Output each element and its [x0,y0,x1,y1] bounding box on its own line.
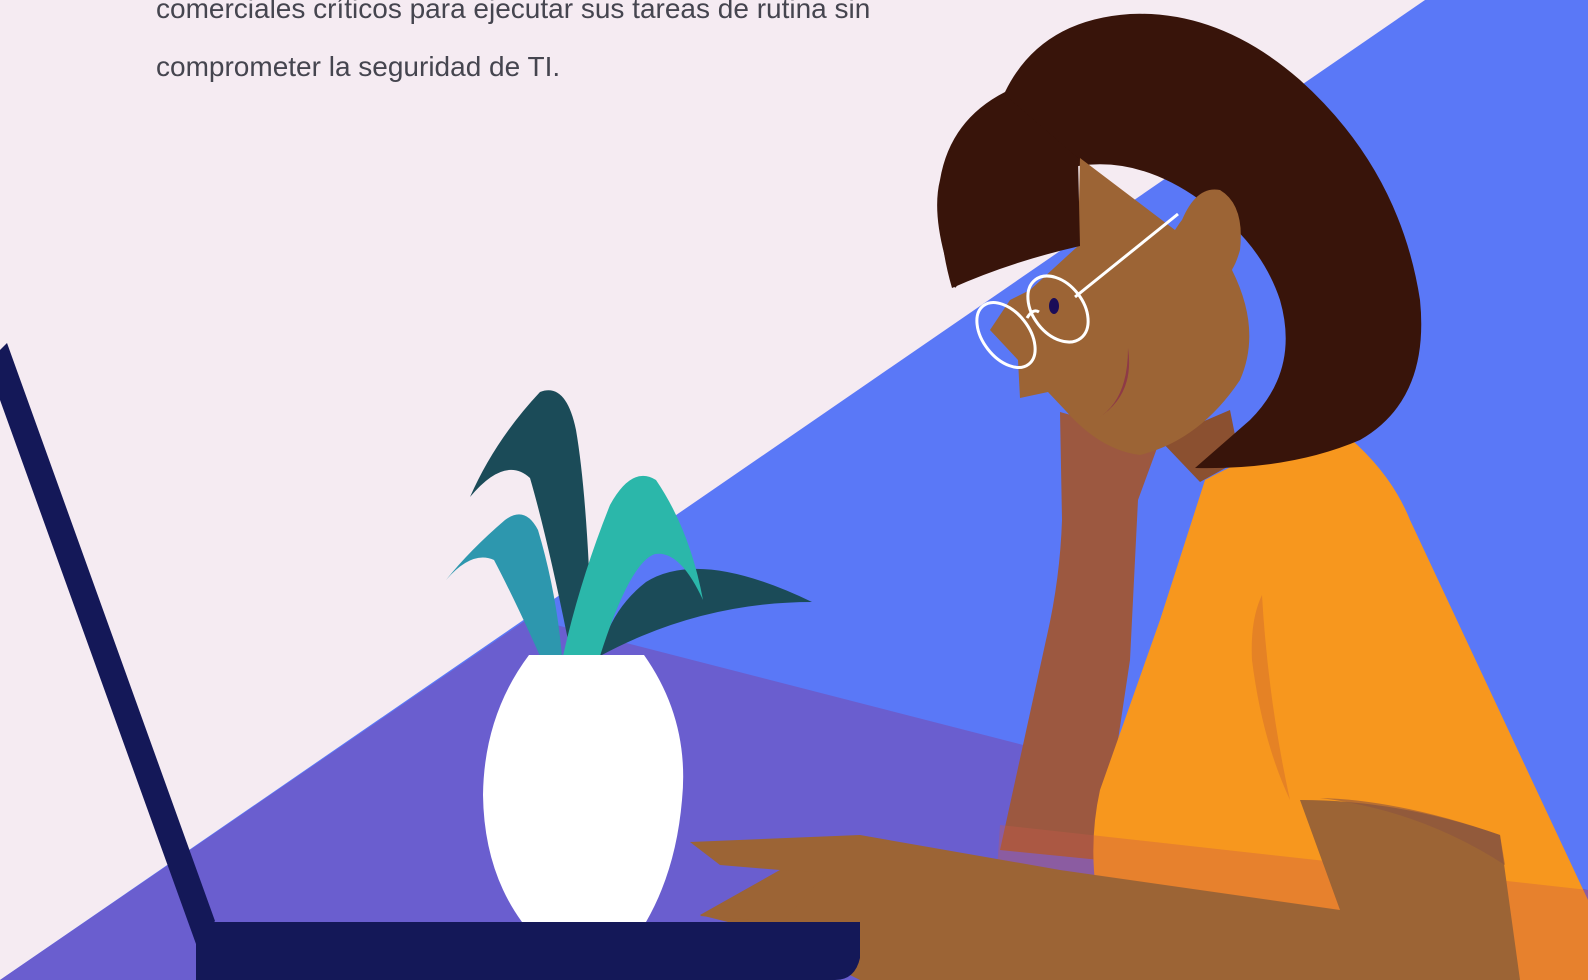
woman-at-laptop-illustration [0,0,1588,980]
intro-line-1: comerciales críticos para ejecutar sus t… [156,0,871,24]
woman-eye [1049,298,1059,314]
laptop-screen [0,343,215,944]
laptop-base [196,922,860,980]
intro-line-2: comprometer la seguridad de TI. [156,51,561,82]
intro-paragraph: comerciales críticos para ejecutar sus t… [156,0,996,96]
white-vase [483,655,684,922]
